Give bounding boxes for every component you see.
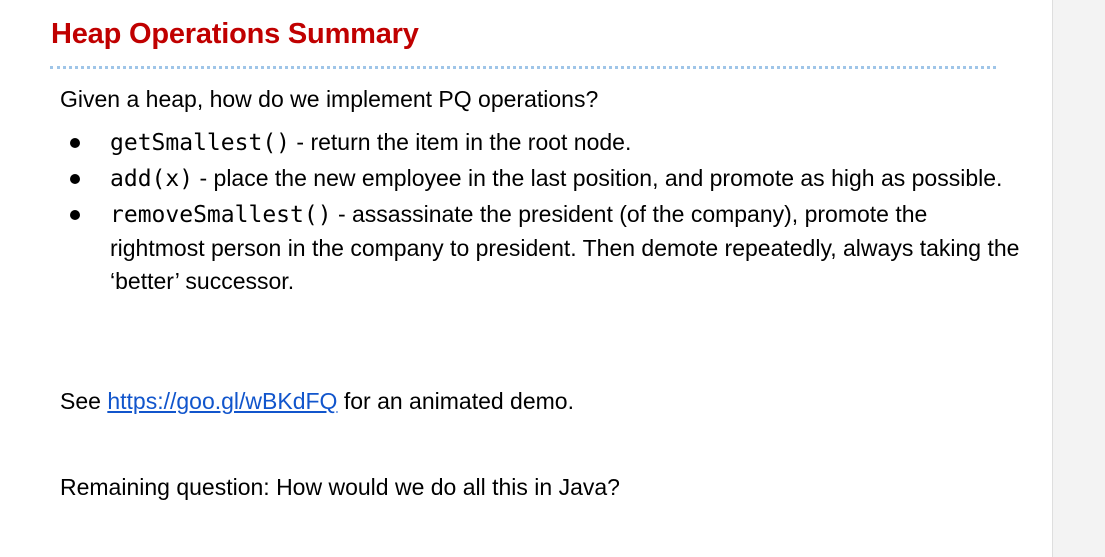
- intro-text: Given a heap, how do we implement PQ ope…: [60, 86, 599, 112]
- operation-item-removesmallest: removeSmallest() - assassinate the presi…: [60, 198, 1020, 298]
- operation-item-add: add(x) - place the new employee in the l…: [60, 162, 1020, 196]
- bullet-dot-icon: [70, 138, 80, 148]
- remaining-question: Remaining question: How would we do all …: [60, 474, 620, 500]
- operation-list: getSmallest() - return the item in the r…: [60, 126, 1020, 300]
- slide: Heap Operations Summary Given a heap, ho…: [0, 0, 1053, 557]
- operation-code: getSmallest(): [110, 130, 291, 156]
- demo-note-prefix: See: [60, 388, 108, 414]
- operation-description: - place the new employee in the last pos…: [193, 165, 1003, 191]
- demo-note-suffix: for an animated demo.: [337, 388, 574, 414]
- demo-note: See https://goo.gl/wBKdFQ for an animate…: [60, 388, 574, 415]
- bullet-dot-icon: [70, 174, 80, 184]
- bullet-dot-icon: [70, 210, 80, 220]
- operation-description: - return the item in the root node.: [290, 129, 632, 155]
- operation-code: add(x): [110, 166, 194, 192]
- operation-code: removeSmallest(): [110, 202, 332, 228]
- slide-title: Heap Operations Summary: [51, 18, 419, 50]
- demo-link[interactable]: https://goo.gl/wBKdFQ: [107, 388, 337, 414]
- operation-item-getsmallest: getSmallest() - return the item in the r…: [60, 126, 1020, 160]
- title-divider: [50, 66, 996, 69]
